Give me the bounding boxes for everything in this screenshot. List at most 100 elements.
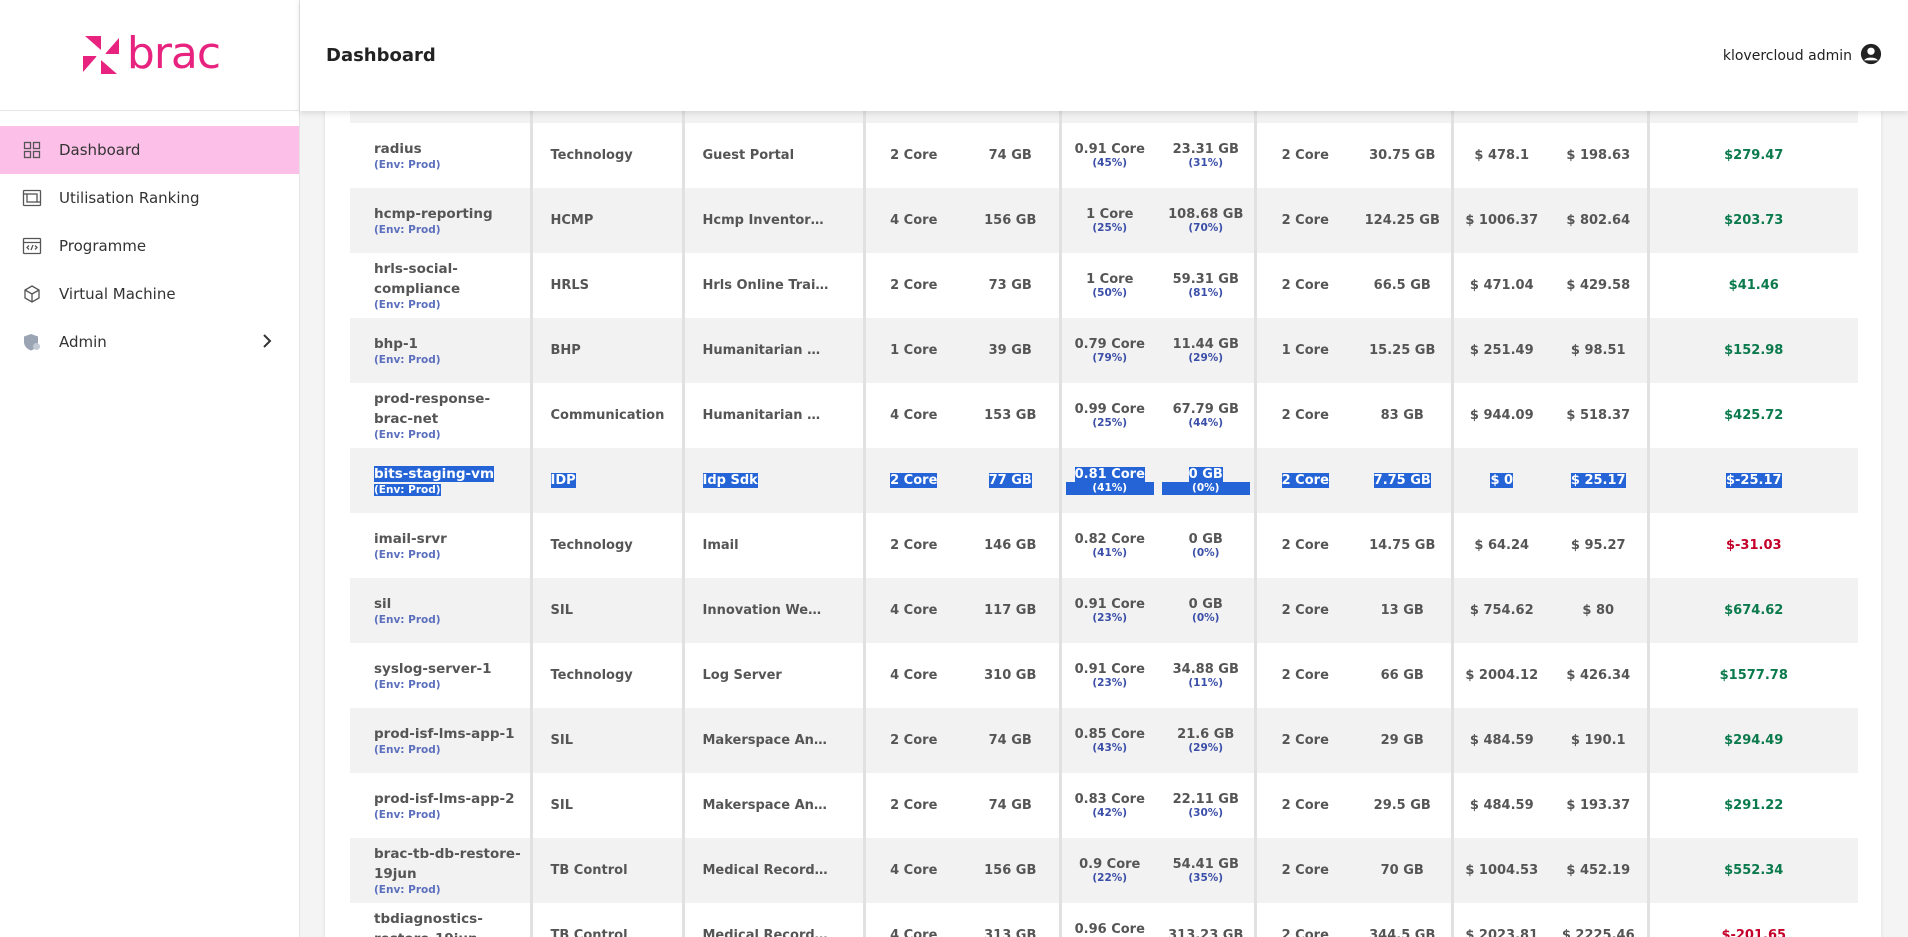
allocated-memory: 146 GB (984, 538, 1037, 553)
recommended-memory: 66 GB (1380, 668, 1424, 683)
table-row[interactable]: prod-isf-lms-app-1 (Env: Prod) SIL Makerspa… (350, 708, 1858, 773)
program-name: Hrls Online Trai… (702, 278, 829, 293)
vm-name: brac-tb-db-restore-19jun (374, 846, 521, 882)
cell-used-cpu: 0.81 Core (41%) (1058, 448, 1158, 513)
used-cpu-percent: (23%) (1092, 676, 1128, 689)
used-memory-percent: (11%) (1188, 676, 1224, 689)
used-cpu-percent: (43%) (1092, 741, 1128, 754)
sidebar-item-virtual-machine[interactable]: Virtual Machine (0, 270, 299, 318)
used-memory-percent: (31%) (1188, 156, 1224, 169)
used-cpu-percent: (22%) (1092, 871, 1128, 884)
cell-saving: $152.98 (1646, 318, 1858, 383)
cell-saving: $203.73 (1646, 188, 1858, 253)
vm-name: radius (374, 141, 422, 157)
table-row[interactable]: syslog-server-1 (Env: Prod) Technology Log … (350, 643, 1858, 708)
cell-rec-cost: $ 452.19 (1550, 838, 1648, 903)
allocated-cpu: 2 Core (890, 148, 938, 163)
cell-rec-mem: 14.75 GB (1354, 513, 1452, 578)
allocated-memory: 313 GB (984, 928, 1037, 937)
cell-used-mem: 11.44 GB (29%) (1158, 318, 1255, 383)
table-row[interactable]: prod-response-brac-net (Env: Prod) Communi… (350, 383, 1858, 448)
sidebar-item-dashboard[interactable]: Dashboard (0, 126, 299, 174)
cell-cost: $ 944.09 (1450, 383, 1550, 448)
cell-rec-cpu: 2 Core (1253, 448, 1354, 513)
recommended-memory: 124.25 GB (1364, 213, 1440, 228)
recommended-cpu: 2 Core (1281, 473, 1329, 488)
table-row[interactable]: tbdiagnostics-restore-19jun(Env: Prod) TB… (350, 903, 1858, 937)
table-row[interactable]: bhp-1 (Env: Prod) BHP Humanitarian Pr… 1 Cor… (350, 318, 1858, 383)
recommended-memory: 66.5 GB (1373, 278, 1431, 293)
allocated-memory: 73 GB (988, 278, 1032, 293)
current-cost: $ 754.62 (1469, 603, 1534, 618)
cell-alloc-cpu: 2 Core (862, 253, 962, 318)
program-name: Log Server (702, 668, 782, 683)
sidebar-item-programme[interactable]: Programme (0, 222, 299, 270)
allocated-memory: 153 GB (984, 408, 1037, 423)
sidebar-item-label: Virtual Machine (59, 285, 176, 303)
vm-name: tbdiagnostics-restore-19jun (374, 911, 483, 937)
current-cost: $ 0 (1490, 473, 1514, 488)
vm-name: bhp-1 (374, 336, 418, 352)
sidebar-item-label: Admin (59, 333, 107, 351)
vm-env: (Env: Prod) (374, 679, 441, 691)
saving-amount: $425.72 (1724, 408, 1784, 423)
table-row[interactable]: sil (Env: Prod) SIL Innovation Web… 4 Core 11… (350, 578, 1858, 643)
vm-env: (Env: Prod) (374, 614, 441, 626)
used-memory: 108.68 GB (1168, 206, 1244, 222)
recommended-cpu: 2 Core (1281, 148, 1329, 163)
cell-used-mem: 0 GB (0%) (1158, 578, 1255, 643)
current-cost: $ 944.09 (1469, 408, 1534, 423)
cell-saving: $552.34 (1646, 838, 1858, 903)
brac-logo[interactable]: brac (79, 28, 221, 79)
cell-team: SIL (529, 773, 683, 838)
cell-rec-mem: 13 GB (1354, 578, 1452, 643)
cell-rec-cpu: 2 Core (1253, 578, 1354, 643)
team-name: HCMP (550, 213, 594, 228)
used-memory: 313.23 GB (1168, 928, 1244, 937)
cell-vm: hrls-social-compliance (Env: Prod) (350, 253, 531, 318)
cell-team: Technology (529, 513, 683, 578)
recommended-memory: 344.5 GB (1369, 928, 1436, 937)
saving-amount: $-201.65 (1721, 928, 1787, 937)
program-name: Medical Record … (702, 863, 829, 878)
allocated-memory: 74 GB (988, 733, 1032, 748)
vm-table-scroll[interactable]: radius (Env: Prod) Technology Guest Portal 2… (350, 111, 1858, 937)
table-row[interactable]: brac-tb-db-restore-19jun (Env: Prod) TB Co… (350, 838, 1858, 903)
allocated-cpu: 4 Core (890, 668, 938, 683)
saving-amount: $152.98 (1724, 343, 1784, 358)
table-row[interactable]: hcmp-reporting (Env: Prod) HCMP Hcmp Invent… (350, 188, 1858, 253)
vm-env: (Env: Prod) (374, 484, 441, 496)
used-cpu: 0.91 Core (1074, 596, 1145, 612)
table-row[interactable]: imail-srvr (Env: Prod) Technology Imail 2 Co… (350, 513, 1858, 578)
cell-saving: $425.72 (1646, 383, 1858, 448)
sidebar-item-admin[interactable]: Admin (0, 318, 299, 366)
user-menu[interactable]: klovercloud admin (1723, 43, 1882, 69)
table-row[interactable]: bits-staging-vm (Env: Prod) IDP Idp Sdk 2 Co… (350, 448, 1858, 513)
cell-used-mem: 54.41 GB (35%) (1158, 838, 1255, 903)
vm-env: (Env: Prod) (374, 224, 441, 236)
table-row[interactable]: radius (Env: Prod) Technology Guest Portal 2… (350, 123, 1858, 188)
table-row[interactable]: hrls-social-compliance (Env: Prod) HRLS Hrl… (350, 253, 1858, 318)
cell-alloc-mem: 310 GB (962, 643, 1060, 708)
vm-env: (Env: Prod) (374, 299, 441, 311)
vm-env: (Env: Prod) (374, 549, 441, 561)
table-row[interactable]: prod-isf-lms-app-2 (Env: Prod) SIL Makerspa… (350, 773, 1858, 838)
saving-amount: $674.62 (1724, 603, 1784, 618)
allocated-memory: 156 GB (984, 213, 1037, 228)
cell-cost: $ 1006.37 (1450, 188, 1550, 253)
team-name: Technology (550, 668, 633, 683)
cell-rec-mem: 70 GB (1354, 838, 1452, 903)
program-name: Humanitarian R… (702, 408, 829, 423)
cell-alloc-mem: 153 GB (962, 383, 1060, 448)
cell-program: Humanitarian Pr… (681, 318, 864, 383)
cell-saving: $291.22 (1646, 773, 1858, 838)
grid-icon (22, 140, 42, 160)
team-name: Technology (550, 148, 633, 163)
recommended-cpu: 1 Core (1281, 343, 1329, 358)
cell-used-cpu: 0.85 Core (43%) (1058, 708, 1158, 773)
cell-team: TB Control (529, 903, 683, 937)
used-memory: 0 GB (1188, 531, 1223, 547)
sidebar-item-utilisation-ranking[interactable]: Utilisation Ranking (0, 174, 299, 222)
recommended-memory: 29.5 GB (1373, 798, 1431, 813)
cell-rec-cost: $ 518.37 (1550, 383, 1648, 448)
